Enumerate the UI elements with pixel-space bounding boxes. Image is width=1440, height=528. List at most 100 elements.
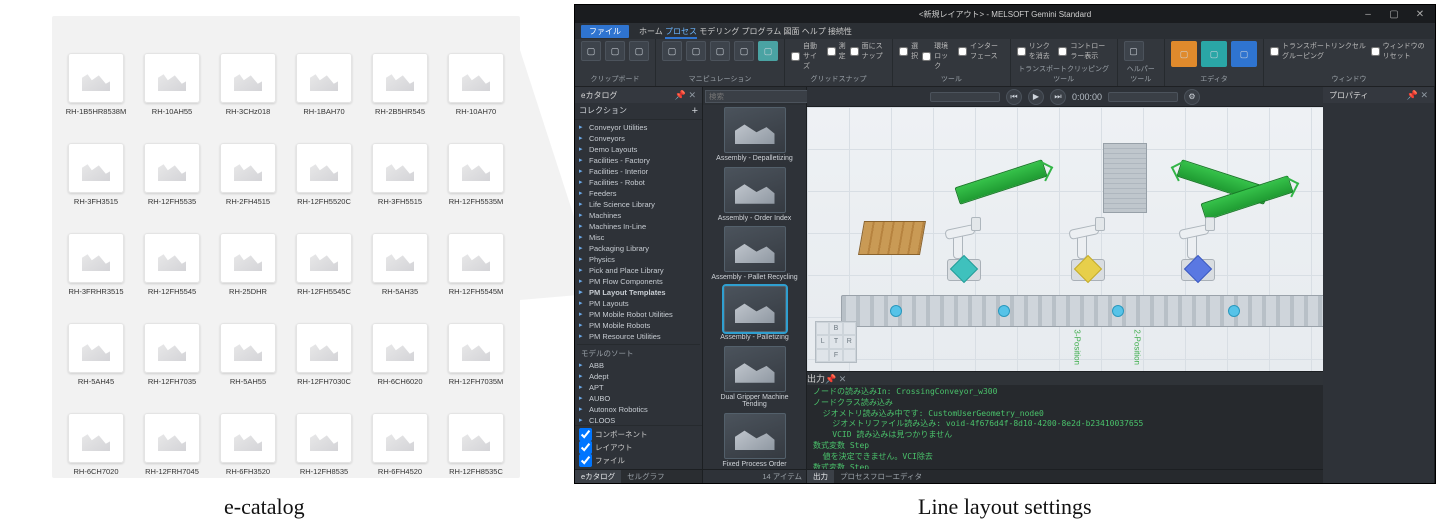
ecatalog-item[interactable]: RH-6CH7020 <box>58 386 134 476</box>
ecatalog-item[interactable]: RH-12FH7035M <box>438 296 514 386</box>
ecatalog-item[interactable]: RH-5AH35 <box>362 206 438 296</box>
flow-icon[interactable]: ▢ <box>1231 41 1257 67</box>
conveyor-node[interactable] <box>998 305 1010 317</box>
close-button[interactable]: ✕ <box>1407 5 1433 23</box>
ecatalog-item[interactable]: RH-1B5HR8538M <box>58 26 134 116</box>
navcube-face[interactable] <box>843 349 856 362</box>
nav-cube[interactable]: BLTRF <box>815 321 857 363</box>
robot-2[interactable] <box>1061 211 1115 281</box>
panel-tab[interactable]: eカタログ <box>575 470 621 483</box>
asset-item[interactable]: Assembly - Pallet Recycling <box>711 226 799 282</box>
conveyor-node[interactable] <box>890 305 902 317</box>
tree-item[interactable]: CLOOS <box>577 415 700 425</box>
playback-speed[interactable] <box>1108 92 1178 102</box>
tree-item[interactable]: Facilities - Interior <box>577 166 700 177</box>
play-button[interactable]: ▶ <box>1028 89 1044 105</box>
conveyor-node[interactable] <box>1228 305 1240 317</box>
ribbon-option[interactable]: 環境ロック <box>922 41 954 71</box>
step-back-button[interactable]: ⏮ <box>1006 89 1022 105</box>
menu-ヘルプ[interactable]: ヘルプ <box>802 27 826 36</box>
tree-item[interactable]: PM Resource Utilities <box>577 331 700 342</box>
ecatalog-item[interactable]: RH-12FH5545C <box>286 206 362 296</box>
tree-item[interactable]: Packaging Library <box>577 243 700 254</box>
titlebar[interactable]: <新規レイアウト> - MELSOFT Gemini Standard – ▢ … <box>575 5 1435 23</box>
ribbon-option[interactable]: 選択 <box>899 41 918 61</box>
ecatalog-item[interactable]: RH-12FH7030C <box>286 296 362 386</box>
copy-icon[interactable]: ▢ <box>581 41 601 61</box>
navcube-face[interactable]: F <box>829 349 842 362</box>
ecatalog-item[interactable]: RH-2B5HR545 <box>362 26 438 116</box>
tree-item[interactable]: Machines In-Line <box>577 221 700 232</box>
pallet-object[interactable] <box>858 221 926 255</box>
menu-プロセス[interactable]: プロセス <box>665 27 697 39</box>
proc-icon[interactable]: ▢ <box>1201 41 1227 67</box>
ecatalog-item[interactable]: RH-12FH5545M <box>438 206 514 296</box>
tree-item[interactable]: Facilities - Robot <box>577 177 700 188</box>
ecatalog-item[interactable]: RH-3FH3515 <box>58 116 134 206</box>
settings-icon[interactable]: ⚙ <box>1184 89 1200 105</box>
ecatalog-item[interactable]: RH-12FH7035 <box>134 296 210 386</box>
tree-item[interactable]: PM Layouts <box>577 298 700 309</box>
navcube-face[interactable]: L <box>816 335 829 348</box>
infeed-conveyor-1[interactable] <box>954 159 1047 205</box>
ecatalog-item[interactable]: RH-12FRH7045 <box>134 386 210 476</box>
collection-tree[interactable]: Conveyor UtilitiesConveyorsDemo LayoutsF… <box>575 120 702 425</box>
navcube-face[interactable] <box>816 349 829 362</box>
maximize-button[interactable]: ▢ <box>1381 5 1407 23</box>
navcube-face[interactable] <box>843 322 856 335</box>
asset-search-input[interactable] <box>705 90 810 103</box>
playback-scrubber-left[interactable] <box>930 92 1000 102</box>
ecatalog-item[interactable]: RH-6FH4520 <box>362 386 438 476</box>
ribbon-option[interactable]: インターフェース <box>958 41 1004 61</box>
pin-icon[interactable]: 📌 ✕ <box>825 374 846 384</box>
filter-check[interactable]: ファイル <box>579 454 698 467</box>
ecatalog-item[interactable]: RH-10AH55 <box>134 26 210 116</box>
tree-item[interactable]: Misc <box>577 232 700 243</box>
file-menu[interactable]: ファイル <box>581 25 629 38</box>
tree-item[interactable]: Pick and Place Library <box>577 265 700 276</box>
ecatalog-item[interactable]: RH-5AH45 <box>58 296 134 386</box>
tree-item[interactable]: Feeders <box>577 188 700 199</box>
ribbon-option[interactable]: トランスポートリンクセルグルーピング <box>1270 41 1367 61</box>
menu-接続性[interactable]: 接続性 <box>828 27 852 36</box>
PnP-icon[interactable]: ▢ <box>758 41 778 61</box>
scale-icon[interactable]: ▢ <box>734 41 754 61</box>
select-icon[interactable]: ▢ <box>662 41 682 61</box>
asset-item[interactable]: Fixed Process Order Inser… <box>711 413 799 469</box>
step-fwd-button[interactable]: ⏭ <box>1050 89 1066 105</box>
panel-tab[interactable]: セルグラフ <box>621 470 671 483</box>
minimize-button[interactable]: – <box>1355 5 1381 23</box>
ecatalog-item[interactable]: RH-3FRHR3515 <box>58 206 134 296</box>
output-tab[interactable]: プロセスフローエディタ <box>834 470 928 483</box>
asset-item[interactable]: Dual Gripper Machine Tending <box>711 346 799 409</box>
tree-item[interactable]: PM Mobile Robots <box>577 320 700 331</box>
tree-item[interactable]: ABB <box>577 360 700 371</box>
tree-item[interactable]: Life Science Library <box>577 199 700 210</box>
stack-object[interactable] <box>1103 143 1147 213</box>
asset-item[interactable]: Assembly - Order Index <box>711 167 799 223</box>
filter-check[interactable]: レイアウト <box>579 441 698 454</box>
output-tab[interactable]: 出力 <box>807 470 834 483</box>
ribbon-option[interactable]: コントローラー表示 <box>1058 41 1110 61</box>
tree-item[interactable]: AUBO <box>577 393 700 404</box>
ecatalog-item[interactable]: RH-10AH70 <box>438 26 514 116</box>
tree-item[interactable]: Demo Layouts <box>577 144 700 155</box>
ecatalog-item[interactable]: RH-6CH6020 <box>362 296 438 386</box>
tree-item[interactable]: Conveyors <box>577 133 700 144</box>
cut-icon[interactable]: ▢ <box>629 41 649 61</box>
navcube-face[interactable]: R <box>843 335 856 348</box>
grid-icon[interactable]: ▢ <box>1171 41 1197 67</box>
rot-icon[interactable]: ▢ <box>710 41 730 61</box>
ecatalog-item[interactable]: RH-5AH55 <box>210 296 286 386</box>
ecatalog-item[interactable]: RH-6FH3520 <box>210 386 286 476</box>
tree-item[interactable]: PM Layout Templates <box>577 287 700 298</box>
navcube-face[interactable] <box>816 322 829 335</box>
ecatalog-item[interactable]: RH-12FH8535 <box>286 386 362 476</box>
ecatalog-item[interactable]: RH-12FH5520C <box>286 116 362 206</box>
navcube-face[interactable]: B <box>829 322 842 335</box>
tree-item[interactable]: Machines <box>577 210 700 221</box>
robot-1[interactable] <box>937 211 991 281</box>
ecatalog-item[interactable]: RH-25DHR <box>210 206 286 296</box>
menu-図面[interactable]: 図面 <box>783 27 799 36</box>
ribbon-option[interactable]: リンクを消去 <box>1017 41 1055 61</box>
